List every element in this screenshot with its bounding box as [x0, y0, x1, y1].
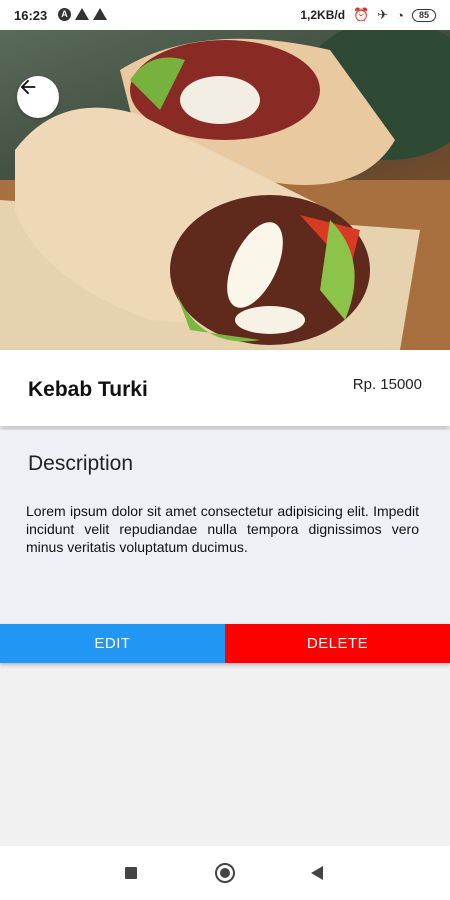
back-button[interactable]	[17, 76, 59, 118]
battery-icon: 85	[411, 8, 436, 22]
system-nav-bar	[0, 846, 450, 900]
a-circle-icon: A	[58, 8, 71, 21]
warning-icon	[75, 8, 89, 20]
delete-button[interactable]: DELETE	[225, 624, 450, 663]
alarm-off-icon: ⏰	[353, 7, 370, 22]
wifi-icon: ◔	[396, 7, 404, 23]
network-speed: 1,2KB/d	[300, 8, 346, 22]
description-title: Description	[28, 452, 134, 475]
status-time: 16:23	[14, 8, 48, 23]
status-notification-icons: A	[58, 8, 107, 21]
product-name: Kebab Turki	[28, 378, 148, 401]
recent-apps-icon[interactable]	[125, 867, 137, 879]
description-text: Lorem ipsum dolor sit amet consectetur a…	[26, 503, 419, 555]
description-section: Description Lorem ipsum dolor sit amet c…	[0, 430, 450, 624]
product-image	[0, 30, 450, 350]
product-price: Rp. 15000	[352, 376, 422, 393]
warning-icon	[93, 8, 107, 20]
status-system-icons: 1,2KB/d ⏰ ✈ ◔ 85	[300, 7, 436, 23]
product-header-card: Kebab Turki Rp. 15000	[0, 350, 450, 426]
home-icon[interactable]	[215, 863, 235, 883]
edit-button[interactable]: EDIT	[0, 624, 225, 663]
status-bar: 16:23 A 1,2KB/d ⏰ ✈ ◔ 85	[0, 0, 450, 30]
back-icon[interactable]	[311, 866, 323, 880]
kebab-wrap-illustration	[0, 30, 450, 350]
airplane-icon: ✈	[377, 7, 389, 22]
action-buttons: EDIT DELETE	[0, 624, 450, 663]
arrow-left-icon	[20, 79, 36, 95]
